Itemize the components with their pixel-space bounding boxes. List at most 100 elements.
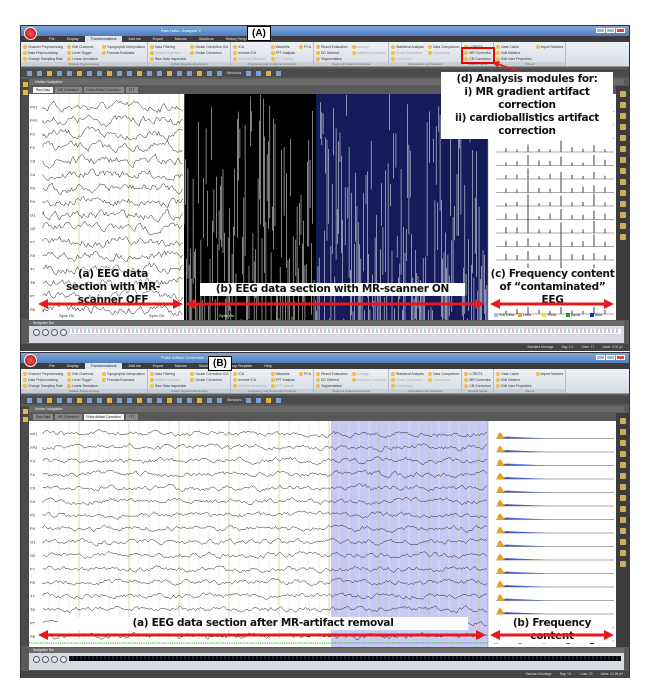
view-tool-icon[interactable] [620,168,626,174]
close-icon[interactable] [616,28,625,33]
nav-first-button[interactable] [33,329,40,336]
view-tool-icon[interactable] [620,462,626,468]
toolbar-button-icon[interactable] [187,70,192,76]
nav-next-button[interactable] [51,656,58,663]
view-tab[interactable]: Raw Data [33,414,53,420]
toolbar-button-icon[interactable] [37,70,42,76]
view-tool-icon[interactable] [620,212,626,218]
view-tool-icon[interactable] [620,223,626,229]
marker-navigation-header[interactable]: Marker Navigation [29,406,624,412]
view-tab[interactable]: MR Correction [55,87,82,93]
toolbar-button-icon[interactable] [167,397,172,403]
navigation-overview-strip[interactable] [69,329,621,334]
view-tool-icon[interactable] [620,201,626,207]
eeg-view[interactable]: FP1FP2F3F4C3C4P3P4O1O2F7F8T7T8P7P8Sub De… [29,421,616,647]
toolbar-button-icon[interactable] [67,70,72,76]
windows-menu[interactable]: Windows [227,71,241,75]
window-layout-icon[interactable] [256,397,262,403]
ribbon-item-ocular-correction[interactable]: Ocular Correction [190,50,228,56]
marker-label[interactable]: Sync On [59,313,74,318]
toolbar-button-icon[interactable] [47,70,52,76]
toolbar-button-icon[interactable] [27,397,32,403]
view-tool-icon[interactable] [620,473,626,479]
marker-label[interactable]: Sync On [149,313,164,318]
toolbar-button-icon[interactable] [97,397,102,403]
view-tool-icon[interactable] [620,91,626,97]
nav-last-button[interactable] [60,329,67,336]
toolbar-button-icon[interactable] [187,397,192,403]
ribbon-item-formula-evaluator[interactable]: Formula Evaluator [101,50,145,56]
toolbar-button-icon[interactable] [77,397,82,403]
view-tool-icon[interactable] [620,506,626,512]
toolbar-button-icon[interactable] [87,397,92,403]
view-tool-icon[interactable] [620,517,626,523]
view-tool-icon[interactable] [620,429,626,435]
window-layout-icon[interactable] [256,70,262,76]
view-tool-icon[interactable] [620,102,626,108]
view-tool-icon[interactable] [620,561,626,567]
nav-prev-button[interactable] [42,656,49,663]
toolbar-button-icon[interactable] [197,397,202,403]
view-tool-icon[interactable] [620,550,626,556]
nav-first-button[interactable] [33,656,40,663]
toolbar-button-icon[interactable] [137,397,142,403]
view-tab[interactable]: MR Correction [55,414,82,420]
toolbar-button-icon[interactable] [217,397,222,403]
view-tool-icon[interactable] [620,418,626,424]
marker-icon[interactable] [22,90,28,95]
view-tool-icon[interactable] [620,135,626,141]
toolbar-button-icon[interactable] [177,70,182,76]
close-icon[interactable] [616,355,625,360]
ribbon-item-ocular-correction[interactable]: Ocular Correction [190,377,228,383]
windows-menu[interactable]: Windows [227,398,241,402]
view-tool-icon[interactable] [620,146,626,152]
toolbar-button-icon[interactable] [127,70,132,76]
toolbar-button-icon[interactable] [97,70,102,76]
view-tool-icon[interactable] [620,234,626,240]
view-tool-icon[interactable] [620,124,626,130]
nav-next-button[interactable] [51,329,58,336]
toolbar-button-icon[interactable] [137,70,142,76]
view-tool-icon[interactable] [620,179,626,185]
toolbar-button-icon[interactable] [207,397,212,403]
view-tool-icon[interactable] [620,484,626,490]
toolbar-button-icon[interactable] [27,70,32,76]
nav-last-button[interactable] [60,656,67,663]
window-layout-icon[interactable] [266,70,272,76]
marker-label[interactable]: Sync On [219,313,234,318]
maximize-icon[interactable] [606,28,615,33]
minimize-icon[interactable] [596,28,605,33]
toolbar-button-icon[interactable] [157,70,162,76]
toolbar-button-icon[interactable] [87,70,92,76]
view-tool-icon[interactable] [620,495,626,501]
window-layout-icon[interactable] [266,397,272,403]
toolbar-button-icon[interactable] [107,70,112,76]
ribbon-item-import-markers[interactable]: Import Markers [535,44,563,50]
history-explorer-icon[interactable] [22,82,28,87]
view-tool-icon[interactable] [620,190,626,196]
view-tool-icon[interactable] [620,539,626,545]
toolbar-button-icon[interactable] [167,70,172,76]
maximize-icon[interactable] [606,355,615,360]
toolbar-button-icon[interactable] [147,70,152,76]
toolbar-button-icon[interactable] [47,397,52,403]
toolbar-button-icon[interactable] [107,397,112,403]
ribbon-item-baseline-correction[interactable]: Baseline Correction [351,50,386,56]
nav-prev-button[interactable] [42,329,49,336]
view-tool-icon[interactable] [620,113,626,119]
view-tab[interactable]: Pulse Artifact Correction [83,87,124,93]
view-tool-icon[interactable] [620,440,626,446]
view-tab[interactable]: FFT [125,87,138,93]
toolbar-button-icon[interactable] [67,397,72,403]
marker-icon[interactable] [22,417,28,422]
toolbar-button-icon[interactable] [57,70,62,76]
toolbar-button-icon[interactable] [117,397,122,403]
toolbar-button-icon[interactable] [217,70,222,76]
view-tab[interactable]: FFT [125,414,138,420]
ribbon-item-pca[interactable]: PCA [299,371,311,377]
window-layout-icon[interactable] [246,397,252,403]
toolbar-button-icon[interactable] [57,397,62,403]
navigation-overview-strip[interactable] [69,656,621,661]
ribbon-item-import-markers[interactable]: Import Markers [535,371,563,377]
window-layout-icon[interactable] [246,70,252,76]
